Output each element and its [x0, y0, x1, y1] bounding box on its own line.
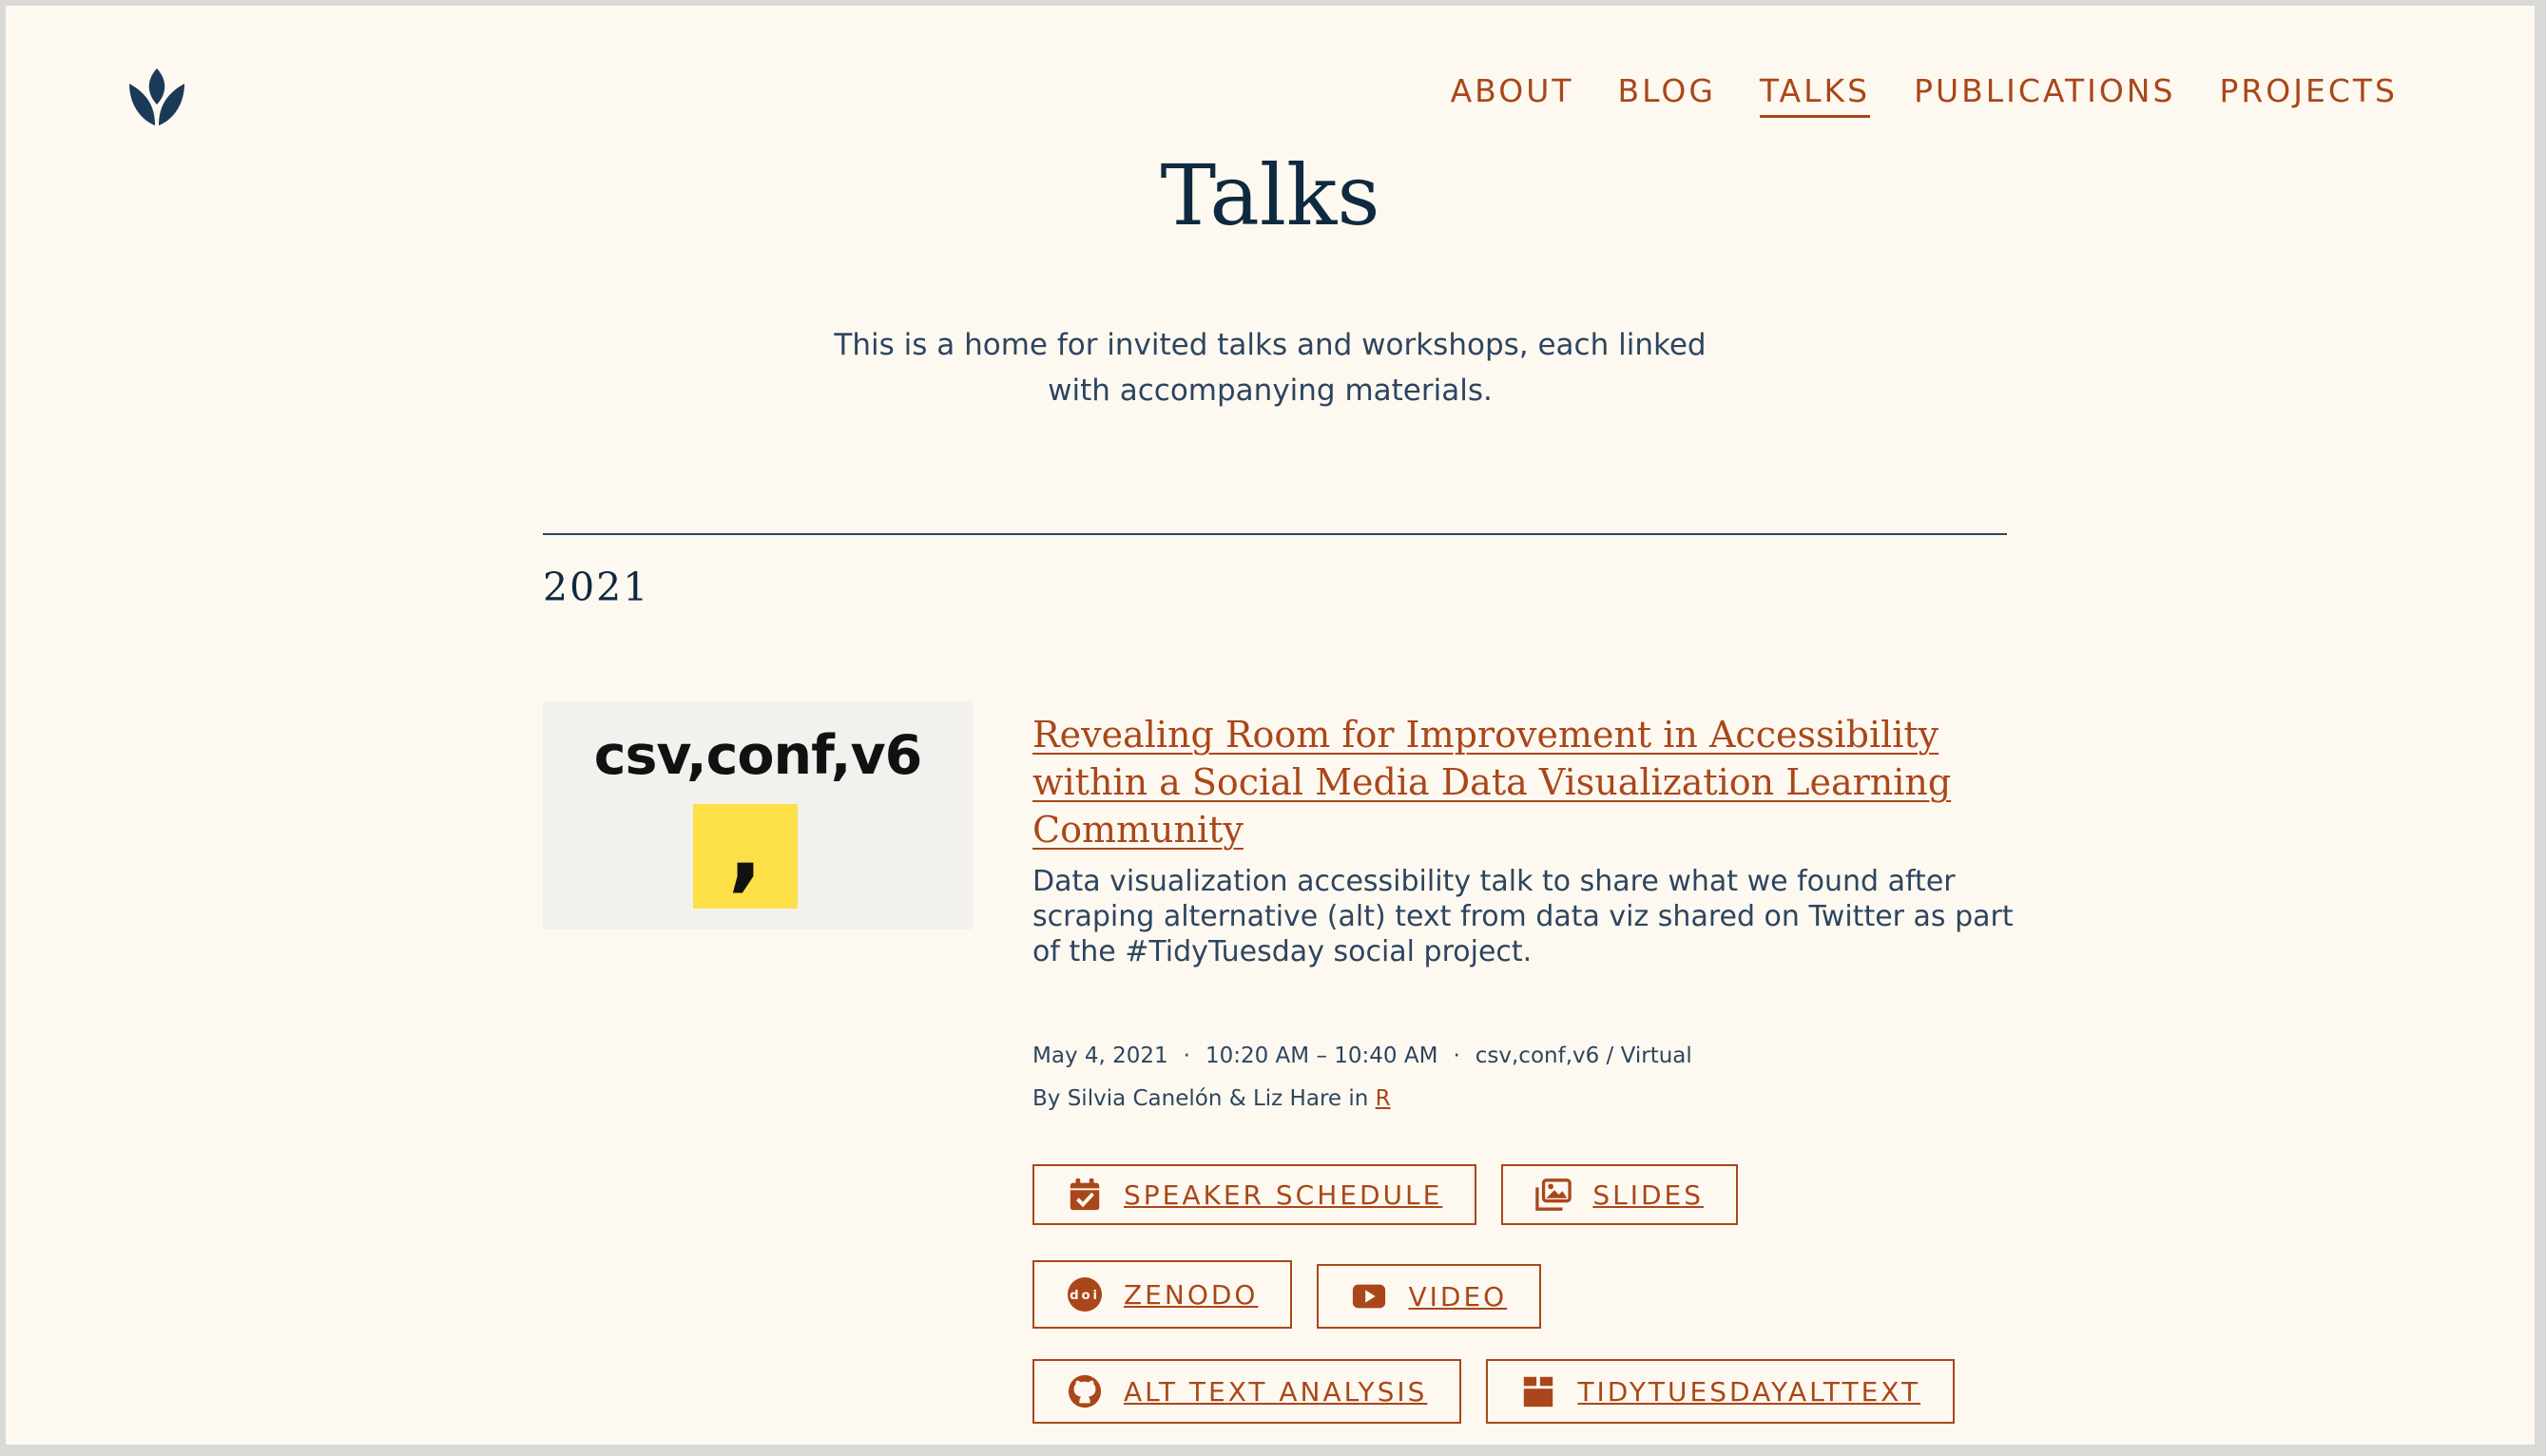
talk-time: 10:20 AM – 10:40 AM: [1205, 1044, 1438, 1068]
svg-text:doi: doi: [1070, 1289, 1100, 1303]
talk-venue: csv,conf,v6 / Virtual: [1475, 1044, 1692, 1068]
main-nav: ABOUT BLOG TALKS PUBLICATIONS PROJECTS: [1451, 72, 2398, 118]
button-row-2: doi ZENODO VIDEO: [1032, 1260, 1542, 1329]
button-label: SLIDES: [1592, 1178, 1704, 1211]
button-row-3: ALT TEXT ANALYSIS TIDYTUESDAYALTTEXT: [1032, 1359, 1956, 1424]
section-divider: [543, 533, 2007, 535]
year-heading: 2021: [543, 565, 650, 610]
talk-byline: By Silvia Canelón & Liz Hare in R: [1032, 1086, 1391, 1111]
box-icon: [1524, 1376, 1553, 1408]
alt-text-analysis-button[interactable]: ALT TEXT ANALYSIS: [1032, 1359, 1462, 1424]
nav-about-link[interactable]: ABOUT: [1451, 72, 1574, 118]
nav-talks-link[interactable]: TALKS: [1759, 72, 1871, 118]
button-label: ZENODO: [1124, 1278, 1259, 1311]
thumbnail-comma-logo: ,: [693, 795, 798, 909]
meta-separator: ·: [1183, 1044, 1190, 1068]
thumbnail-title: csv,conf,v6: [593, 724, 923, 787]
page: ABOUT BLOG TALKS PUBLICATIONS PROJECTS T…: [6, 6, 2535, 1445]
video-button[interactable]: VIDEO: [1317, 1264, 1542, 1329]
talk-thumbnail[interactable]: csv,conf,v6 ,: [543, 701, 973, 929]
nav-publications-link[interactable]: PUBLICATIONS: [1914, 72, 2175, 118]
button-label: ALT TEXT ANALYSIS: [1124, 1375, 1428, 1408]
speaker-schedule-button[interactable]: SPEAKER SCHEDULE: [1032, 1164, 1477, 1225]
nav-projects-link[interactable]: PROJECTS: [2219, 72, 2398, 118]
doi-icon: doi: [1067, 1276, 1103, 1312]
nav-blog-link[interactable]: BLOG: [1618, 72, 1716, 118]
talk-title-link[interactable]: Revealing Room for Improvement in Access…: [1032, 711, 2002, 853]
button-label: SPEAKER SCHEDULE: [1124, 1178, 1443, 1211]
zenodo-button[interactable]: doi ZENODO: [1032, 1260, 1293, 1329]
slides-button[interactable]: SLIDES: [1501, 1164, 1738, 1225]
page-intro: This is a home for invited talks and wor…: [6, 322, 2535, 413]
talk-meta: May 4, 2021 · 10:20 AM – 10:40 AM · csv,conf…: [1032, 1044, 1692, 1068]
lotus-logo-icon[interactable]: [124, 63, 190, 129]
byline-authors: By Silvia Canelón & Liz Hare in: [1032, 1086, 1376, 1111]
button-label: VIDEO: [1408, 1280, 1508, 1312]
category-link[interactable]: R: [1376, 1086, 1391, 1111]
meta-separator: ·: [1453, 1044, 1460, 1068]
page-title: Talks: [1160, 146, 1380, 244]
intro-line-2: with accompanying materials.: [1048, 374, 1493, 408]
thumbnail-comma-mark: ,: [727, 795, 763, 902]
talk-date: May 4, 2021: [1032, 1044, 1168, 1068]
calendar-check-icon: [1070, 1178, 1100, 1211]
button-label: TIDYTUESDAYALTTEXT: [1577, 1375, 1921, 1408]
images-icon: [1535, 1178, 1572, 1211]
intro-line-1: This is a home for invited talks and wor…: [834, 328, 1707, 362]
talk-description: Data visualization accessibility talk to…: [1032, 865, 2014, 968]
tidytuesdayalttext-button[interactable]: TIDYTUESDAYALTTEXT: [1486, 1359, 1956, 1424]
github-icon: [1068, 1374, 1102, 1408]
youtube-icon: [1353, 1284, 1386, 1309]
button-row-1: SPEAKER SCHEDULE SLIDES: [1032, 1164, 1738, 1225]
